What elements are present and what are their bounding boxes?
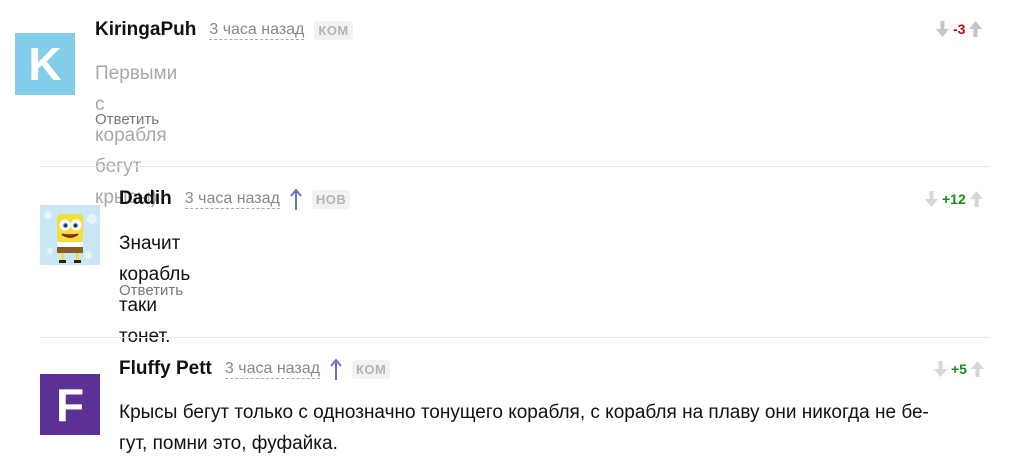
user-badge: НОВ	[311, 189, 351, 209]
username[interactable]: KiringaPuh	[95, 19, 196, 41]
divider	[40, 337, 990, 338]
arrow-down-icon[interactable]	[934, 361, 947, 377]
arrow-down-icon[interactable]	[925, 191, 938, 207]
score: -3	[953, 21, 966, 37]
reply-up-arrow-icon[interactable]	[330, 358, 342, 380]
comment-text-line: гут, помни это, фуфайка.	[119, 433, 338, 454]
comment-meta: Dadih 3 часа назад НОВ	[119, 188, 351, 210]
timestamp[interactable]: 3 часа назад	[184, 190, 280, 209]
reply-button[interactable]: Ответить	[95, 111, 159, 128]
comment-text: Крысы бегут только с однозначно тонущего…	[119, 397, 999, 459]
avatar[interactable]	[40, 205, 100, 265]
comment-meta: KiringaPuh 3 часа назад КОМ	[95, 19, 353, 41]
comments-thread: K KiringaPuh 3 часа назад КОМ -3 Первыми…	[0, 0, 1012, 469]
username[interactable]: Dadih	[119, 188, 172, 210]
avatar[interactable]: K	[15, 33, 75, 95]
avatar[interactable]: F	[40, 374, 100, 435]
reply-up-arrow-icon[interactable]	[290, 188, 302, 210]
score: +5	[951, 361, 967, 377]
rating: -3	[936, 21, 983, 37]
avatar-letter: K	[28, 38, 62, 90]
spongebob-avatar-icon	[40, 205, 100, 265]
comment-meta: Fluffy Pett 3 часа назад КОМ	[119, 358, 391, 380]
user-badge: КОМ	[314, 20, 353, 40]
user-badge: КОМ	[351, 359, 391, 379]
score: +12	[942, 191, 966, 207]
timestamp[interactable]: 3 часа назад	[224, 360, 320, 379]
arrow-up-icon[interactable]	[969, 21, 983, 37]
comment-text-line: Крысы бегут только с однозначно тонущего…	[119, 402, 929, 423]
timestamp[interactable]: 3 часа назад	[209, 21, 305, 40]
rating: +5	[934, 361, 984, 377]
username[interactable]: Fluffy Pett	[119, 358, 212, 380]
reply-button[interactable]: Ответить	[119, 282, 183, 299]
arrow-down-icon[interactable]	[936, 21, 949, 37]
divider	[40, 166, 990, 167]
avatar-letter: F	[55, 378, 85, 431]
rating: +12	[925, 191, 983, 207]
arrow-up-icon[interactable]	[970, 361, 984, 377]
arrow-up-icon[interactable]	[969, 191, 983, 207]
